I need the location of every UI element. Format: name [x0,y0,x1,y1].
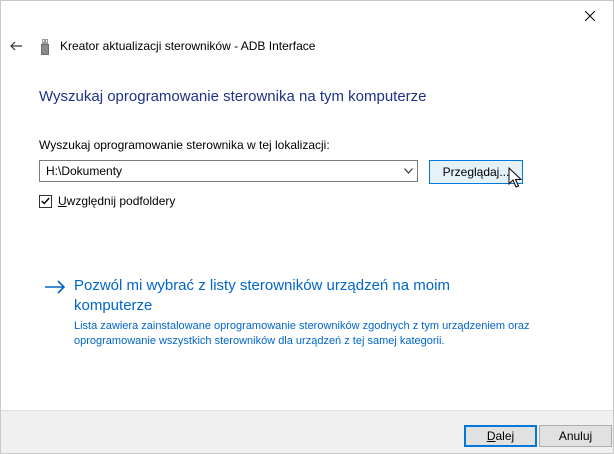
location-label: Wyszukaj oprogramowanie sterownika w tej… [39,138,330,152]
title-bar [1,1,613,31]
next-button[interactable]: Dalej [464,425,537,447]
close-icon [585,11,595,21]
wizard-footer: Dalej Anuluj [1,410,613,453]
wizard-title: Kreator aktualizacji sterowników - ADB I… [60,39,316,53]
include-subfolders-label: Uwzględnij podfoldery [58,194,176,208]
checkmark-icon [41,197,50,205]
usb-device-icon [41,39,49,55]
chevron-down-icon [403,168,413,174]
driver-update-wizard-window: Kreator aktualizacji sterowników - ADB I… [0,0,614,454]
choose-from-list-description: Lista zawiera zainstalowane oprogramowan… [74,320,530,347]
back-button[interactable] [7,37,25,55]
include-subfolders-checkbox[interactable] [39,194,52,208]
wizard-header: Kreator aktualizacji sterowników - ADB I… [1,31,613,61]
close-button[interactable] [567,1,613,31]
path-input[interactable]: H:\Dokumenty [46,164,122,178]
cancel-button[interactable]: Anuluj [539,425,612,447]
choose-from-list-link[interactable]: Pozwól mi wybrać z listy sterowników urz… [74,276,514,316]
back-arrow-icon [10,41,22,51]
dropdown-toggle[interactable] [399,161,417,181]
arrow-right-icon [45,280,66,294]
include-subfolders-row[interactable]: Uwzględnij podfoldery [39,193,175,209]
path-combobox[interactable]: H:\Dokumenty [39,160,418,182]
mouse-cursor-icon [508,167,522,188]
page-heading: Wyszukaj oprogramowanie sterownika na ty… [39,88,427,105]
